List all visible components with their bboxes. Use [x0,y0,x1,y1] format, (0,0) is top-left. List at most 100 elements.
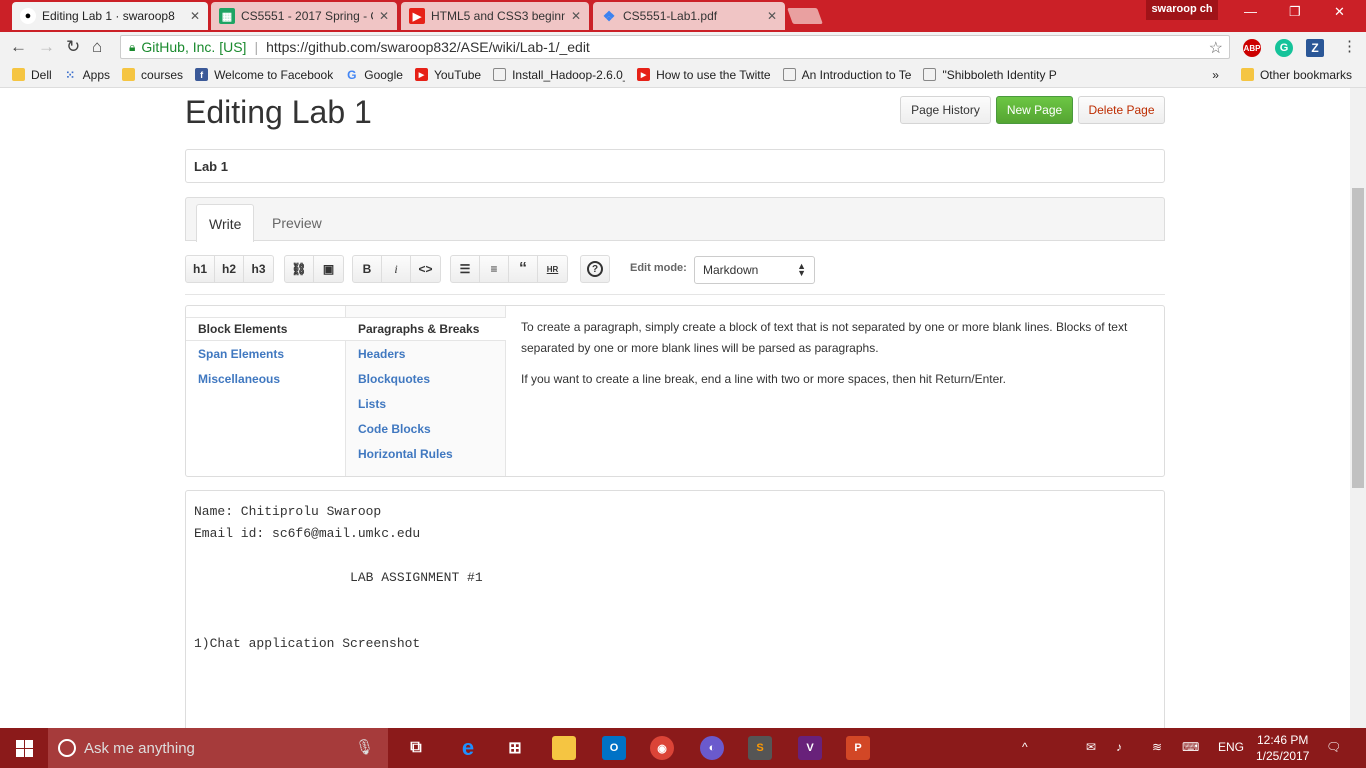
edit-mode-select[interactable]: Markdown ▲ ▼ [694,256,815,284]
help-topic-headers[interactable]: Headers [358,347,405,361]
bookmark-twitter[interactable]: ▶ How to use the Twitte [637,68,771,82]
app-icon[interactable]: ◐ [700,736,724,760]
address-bar[interactable]: 🔒︎ GitHub, Inc. [US] | https://github.co… [120,35,1230,59]
bookmark-label: Other bookmarks [1259,67,1352,82]
folder-icon [1240,68,1254,81]
powerpoint-icon[interactable]: P [846,736,870,760]
bookmark-dell[interactable]: Dell [12,68,52,82]
grammarly-icon[interactable]: G [1275,39,1293,57]
chrome-icon[interactable]: ◉ [650,736,674,760]
help-topic-code-blocks[interactable]: Code Blocks [358,422,431,436]
tab-html5-css3[interactable]: ▶ HTML5 and CSS3 beginn ✕ [401,2,589,30]
delete-page-button[interactable]: Delete Page [1078,96,1165,124]
notifications-icon[interactable]: 🗨︎ [1326,740,1341,754]
page-content: Editing Lab 1 Page History New Page Dele… [0,88,1350,728]
sublime-icon[interactable]: S [748,736,772,760]
h2-button[interactable]: h2 [215,256,244,282]
page-history-button[interactable]: Page History [900,96,991,124]
image-icon[interactable]: ▣ [314,256,343,282]
edge-icon[interactable]: e [456,735,480,760]
restore-icon[interactable]: ❐ [1289,4,1301,20]
forward-icon[interactable]: → [38,37,55,57]
close-icon[interactable]: ✕ [379,9,389,23]
reload-icon[interactable]: ↻ [66,37,80,57]
task-view-icon[interactable]: ⧉ [404,736,428,760]
visual-studio-icon[interactable]: V [798,736,822,760]
divider [185,294,1165,295]
tab-preview[interactable]: Preview [260,204,334,242]
scrollbar-thumb[interactable] [1352,188,1364,488]
store-icon[interactable]: ⊞ [503,736,527,760]
adblock-icon[interactable]: ABP [1243,39,1261,57]
help-topic-paragraphs[interactable]: Paragraphs & Breaks [358,322,479,336]
unordered-list-icon[interactable]: ☰ [451,256,480,282]
bookmark-star-icon[interactable]: ☆ [1209,38,1223,58]
bookmark-shibboleth[interactable]: "Shibboleth Identity P [923,68,1057,82]
bookmark-youtube[interactable]: ▶ YouTube [414,68,481,82]
back-icon[interactable]: ← [10,37,27,57]
help-topic-blockquotes[interactable]: Blockquotes [358,372,430,386]
bookmark-courses[interactable]: courses [122,68,183,82]
youtube-icon: ▶ [414,68,428,81]
close-icon[interactable]: ✕ [190,9,200,23]
outlook-icon[interactable]: O [602,736,626,760]
bookmark-other[interactable]: Other bookmarks [1240,67,1352,82]
tab-lab1-pdf[interactable]: ❖ CS5551-Lab1.pdf ✕ [593,2,785,30]
h1-button[interactable]: h1 [186,256,215,282]
bookmark-apps[interactable]: ⁙ Apps [64,68,110,82]
bookmark-hadoop[interactable]: Install_Hadoop-2.6.0_ [493,68,625,82]
bookmarks-overflow[interactable]: » [1212,68,1219,82]
tab-write[interactable]: Write [196,204,255,242]
microphone-icon[interactable]: 🎙︎ [355,738,374,756]
tray-chevron-icon[interactable]: ^ [1022,740,1028,754]
bookmark-intro[interactable]: An Introduction to Te [782,68,911,82]
italic-button[interactable]: i [382,256,411,282]
quote-button[interactable]: “ [509,256,538,282]
clock-date: 1/25/2017 [1256,749,1310,763]
clock[interactable]: 12:46 PM 1/25/2017 [1256,732,1309,764]
help-topic-lists[interactable]: Lists [358,397,386,411]
zotero-icon[interactable]: Z [1306,39,1324,57]
wiki-content-editor[interactable]: Name: Chitiprolu Swaroop Email id: sc6f6… [185,490,1165,728]
keyboard-icon[interactable]: ⌨ [1182,740,1199,754]
outlook-tray-icon[interactable]: ✉ [1086,740,1096,754]
home-icon[interactable]: ⌂ [92,37,102,57]
help-button[interactable]: ? [581,256,609,282]
help-category-block-elements[interactable]: Block Elements [198,322,287,336]
ordered-list-icon[interactable]: ≡ [480,256,509,282]
minimize-icon[interactable]: — [1244,4,1257,19]
close-icon[interactable]: ✕ [767,9,777,23]
bold-button[interactable]: B [353,256,382,282]
help-topic-horizontal-rules[interactable]: Horizontal Rules [358,447,453,461]
text-style-buttons: B i <> [352,255,441,283]
volume-icon[interactable]: ♪ [1116,740,1122,754]
help-category-span-elements[interactable]: Span Elements [198,347,284,361]
tab-editing-lab1[interactable]: ● Editing Lab 1 · swaroop8 ✕ [12,2,208,30]
link-icon[interactable]: ⛓ [285,256,314,282]
start-button[interactable] [0,728,48,768]
close-window-icon[interactable]: ✕ [1334,4,1345,20]
page-scrollbar[interactable] [1350,88,1366,728]
new-page-button[interactable]: New Page [996,96,1073,124]
tab-cs5551-sheet[interactable]: ▦ CS5551 - 2017 Spring - C ✕ [211,2,397,30]
help-categories: Block Elements Span Elements Miscellaneo… [186,306,346,476]
bookmark-google[interactable]: G Google [345,68,403,82]
language-indicator[interactable]: ENG [1218,740,1244,754]
site-identity[interactable]: GitHub, Inc. [US] [141,39,246,55]
close-icon[interactable]: ✕ [571,9,581,23]
page-icon [493,68,507,81]
help-category-miscellaneous[interactable]: Miscellaneous [198,372,280,386]
new-tab-button[interactable] [787,8,823,24]
insert-buttons: ⛓ ▣ [284,255,344,283]
menu-icon[interactable]: ⋮ [1342,37,1357,55]
wifi-icon[interactable]: ≋ [1152,740,1162,754]
url-text[interactable]: https://github.com/swaroop832/ASE/wiki/L… [266,39,590,55]
bookmark-facebook[interactable]: f Welcome to Facebook [195,68,333,82]
cortana-search[interactable]: Ask me anything 🎙︎ [48,728,388,768]
h3-button[interactable]: h3 [244,256,273,282]
page-name-input[interactable]: Lab 1 [185,149,1165,183]
horizontal-rule-button[interactable]: HR [538,256,567,282]
profile-button[interactable]: swaroop ch [1146,0,1218,20]
code-button[interactable]: <> [411,256,440,282]
file-explorer-icon[interactable] [552,736,576,760]
